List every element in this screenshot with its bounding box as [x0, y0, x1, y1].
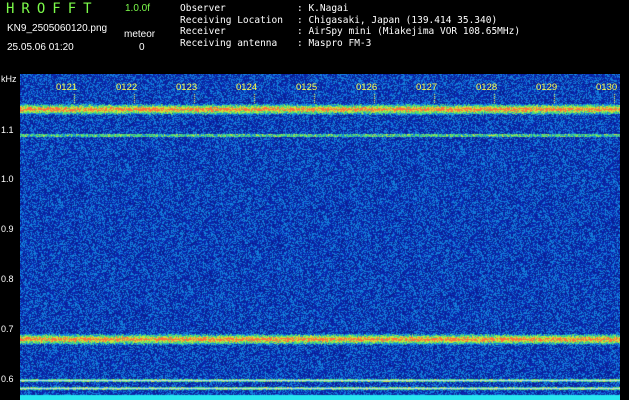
- y-axis-unit: kHz: [1, 74, 17, 84]
- info-value: : AirSpy mini (Miakejima VOR 108.65MHz): [297, 26, 521, 37]
- spectrogram-canvas: [20, 74, 620, 400]
- app-brand: HROFFT: [6, 1, 99, 17]
- time-tick-label: 0122: [116, 82, 138, 93]
- info-row-receiver: Receiver : AirSpy mini (Miakejima VOR 10…: [180, 26, 520, 38]
- info-row-antenna: Receiving antenna : Maspro FM-3: [180, 38, 520, 50]
- time-tick-label: 0123: [176, 82, 198, 93]
- time-tick-label: 0130: [596, 82, 618, 93]
- y-tick-label: 0.8: [1, 274, 14, 284]
- time-tick-label: 0124: [236, 82, 258, 93]
- info-value: : K.Nagai: [297, 3, 349, 14]
- info-row-observer: Observer : K.Nagai: [180, 3, 520, 15]
- info-key: Receiving antenna: [180, 37, 278, 49]
- date-time: 25.05.06 01:20: [7, 42, 74, 53]
- time-tick-label: 0121: [56, 82, 78, 93]
- y-tick-label: 0.6: [1, 374, 14, 384]
- info-key: Observer: [180, 3, 226, 14]
- info-key: Receiving Location: [180, 14, 283, 26]
- time-tick-label: 0125: [296, 82, 318, 93]
- meteor-count: 0: [139, 42, 145, 53]
- time-tick-label: 0127: [416, 82, 438, 93]
- y-axis: kHz 1.1 1.0 0.9 0.8 0.7 0.6: [0, 74, 20, 400]
- info-value: : Chigasaki, Japan (139.414 35.340): [297, 14, 498, 26]
- app-version: 1.0.0f: [125, 3, 151, 14]
- waterfall-plot: 0121 0122 0123 0124 0125 0126 0127 0128 …: [20, 74, 620, 400]
- info-value: : Maspro FM-3: [297, 37, 372, 49]
- file-name: KN9_2505060120.png: [7, 23, 108, 34]
- time-tick-label: 0128: [476, 82, 498, 93]
- info-row-location: Receiving Location : Chigasaki, Japan (1…: [180, 15, 520, 27]
- y-tick-label: 1.0: [1, 174, 14, 184]
- header-panel: HROFFT 1.0.0f KN9_2505060120.png meteor …: [0, 0, 629, 74]
- y-tick-label: 1.1: [1, 125, 14, 135]
- time-tick-label: 0129: [536, 82, 558, 93]
- meteor-label: meteor: [124, 29, 156, 40]
- time-tick-label: 0126: [356, 82, 378, 93]
- info-key: Receiver: [180, 26, 226, 37]
- y-tick-label: 0.7: [1, 324, 14, 334]
- y-tick-label: 0.9: [1, 224, 14, 234]
- station-info: Observer : K.Nagai Receiving Location : …: [180, 3, 520, 49]
